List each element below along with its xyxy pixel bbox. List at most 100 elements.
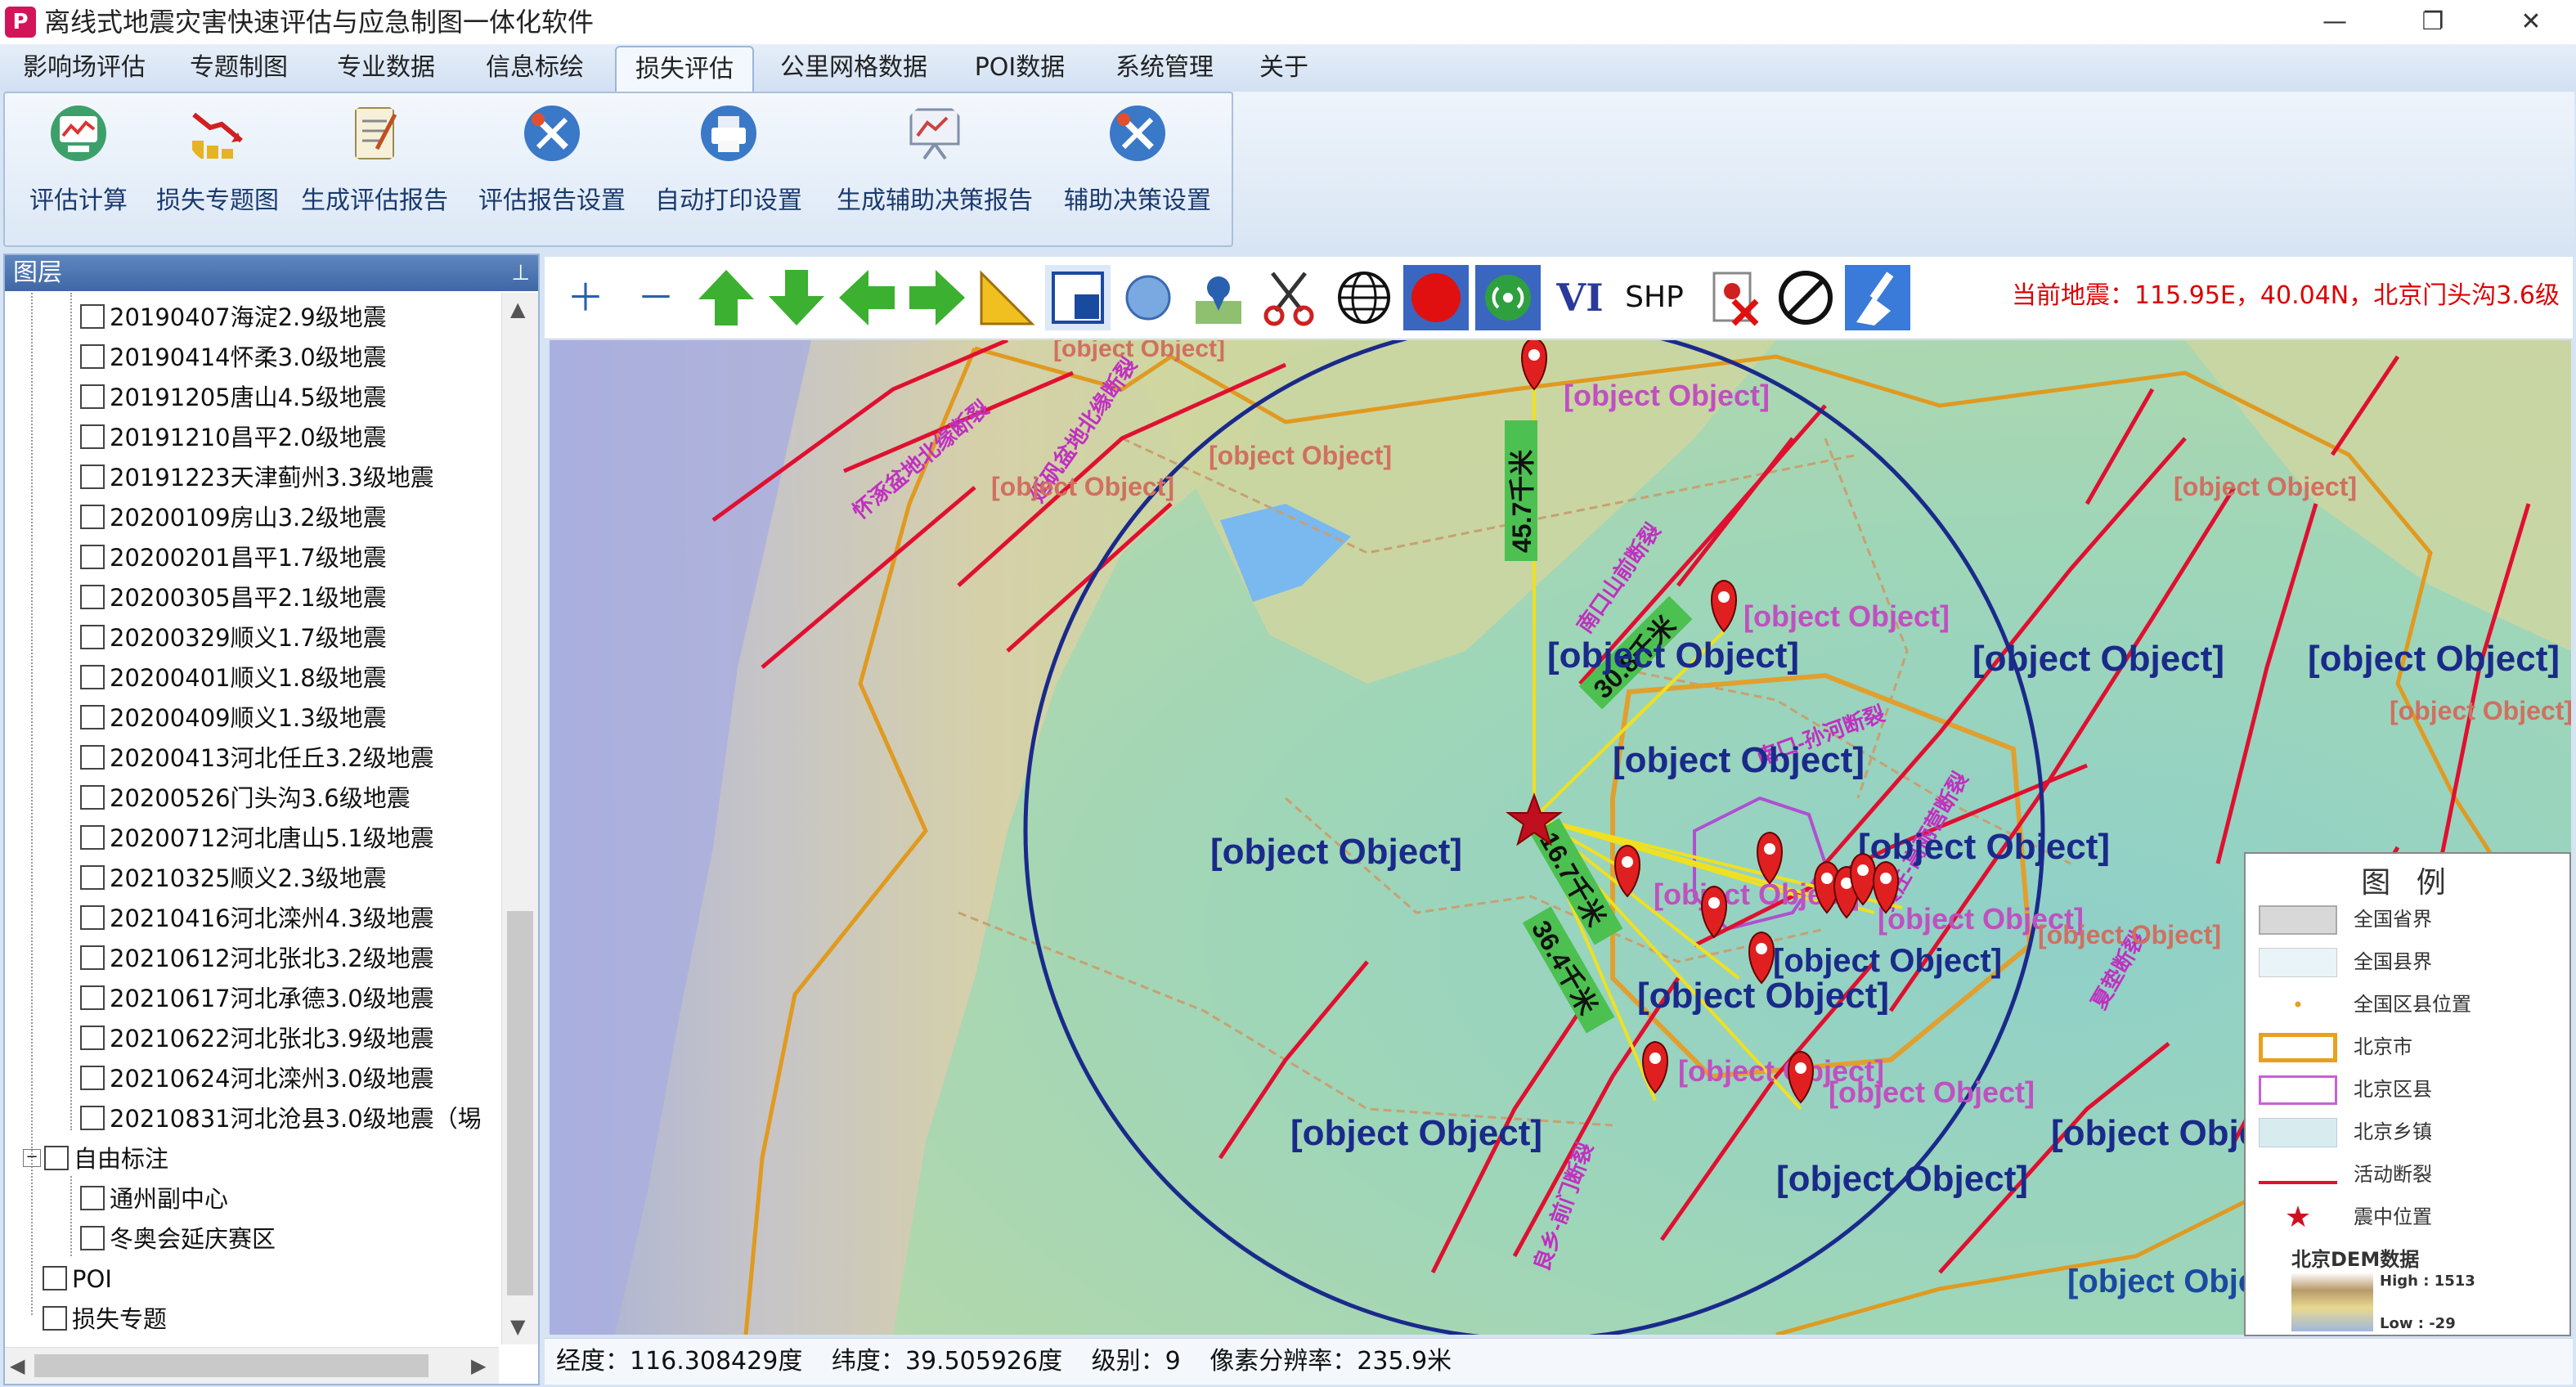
- layer-checkbox[interactable]: [80, 465, 105, 489]
- tab-about[interactable]: 关于: [1251, 46, 1317, 90]
- layer-item[interactable]: 20200109房山3.2级地震: [80, 498, 387, 537]
- tab-info-plot[interactable]: 信息标绘: [478, 46, 592, 90]
- layer-checkbox[interactable]: [80, 304, 105, 329]
- layer-item[interactable]: 20190414怀柔3.0级地震: [80, 338, 387, 377]
- layer-item[interactable]: 20200413河北任丘3.2级地震: [80, 738, 434, 778]
- layer-checkbox[interactable]: [80, 344, 105, 369]
- layer-checkbox[interactable]: [80, 745, 105, 770]
- layer-item[interactable]: 20200401顺义1.8级地震: [80, 658, 387, 698]
- loss-map-button[interactable]: 损失专题图: [152, 103, 283, 234]
- scissors-icon[interactable]: [1256, 265, 1322, 330]
- auto-print-settings-button[interactable]: 自动打印设置: [651, 103, 806, 234]
- layer-checkbox[interactable]: [43, 1266, 67, 1290]
- layer-checkbox[interactable]: [80, 705, 105, 729]
- layer-item[interactable]: 20191223天津蓟州3.3级地震: [80, 458, 434, 497]
- maximize-button[interactable]: ❐: [2388, 0, 2478, 44]
- layer-checkbox[interactable]: [44, 1146, 69, 1170]
- layer-item-poi[interactable]: POI: [43, 1259, 112, 1299]
- pan-left-icon[interactable]: [834, 265, 900, 330]
- layer-item[interactable]: 冬奥会延庆赛区: [80, 1219, 276, 1259]
- layer-tree-horizontal-scrollbar[interactable]: ◀ ▶: [5, 1347, 499, 1384]
- tab-poi-data[interactable]: POI数据: [967, 46, 1073, 90]
- layer-checkbox[interactable]: [80, 1066, 105, 1090]
- clear-brush-icon[interactable]: [1845, 265, 1910, 330]
- report-settings-button[interactable]: 评估报告设置: [474, 103, 630, 234]
- layer-item[interactable]: 20210624河北滦州3.0级地震: [80, 1059, 434, 1098]
- no-touch-icon[interactable]: [1773, 265, 1838, 330]
- tab-impact-field[interactable]: 影响场评估: [15, 46, 154, 90]
- layer-item[interactable]: 20190407海淀2.9级地震: [80, 298, 387, 337]
- generate-decision-report-button[interactable]: 生成辅助决策报告: [832, 103, 1037, 234]
- tab-professional-data[interactable]: 专业数据: [329, 46, 443, 90]
- layer-checkbox[interactable]: [80, 505, 105, 529]
- pan-right-icon[interactable]: [904, 265, 970, 330]
- scrollbar-thumb[interactable]: [34, 1354, 429, 1377]
- layer-item[interactable]: 20191210昌平2.0级地震: [80, 418, 387, 457]
- layer-item[interactable]: 20210416河北滦州4.3级地震: [80, 899, 434, 938]
- layer-checkbox[interactable]: [80, 625, 105, 649]
- layer-item[interactable]: 20210622河北张北3.9级地震: [80, 1019, 434, 1058]
- world-grid-icon[interactable]: [1331, 265, 1397, 330]
- record-icon[interactable]: [1403, 265, 1469, 330]
- layer-checkbox[interactable]: [80, 1226, 105, 1250]
- layer-checkbox[interactable]: [80, 585, 105, 609]
- layer-checkbox[interactable]: [43, 1306, 67, 1331]
- assessment-calc-button[interactable]: 评估计算: [21, 103, 136, 234]
- scroll-down-icon[interactable]: ▼: [510, 1315, 525, 1338]
- measure-ruler-icon[interactable]: [975, 265, 1040, 330]
- layer-item[interactable]: 20200712河北唐山5.1级地震: [80, 819, 434, 858]
- zoom-out-icon[interactable]: －: [623, 265, 689, 330]
- layer-checkbox[interactable]: [80, 424, 105, 449]
- pan-up-icon[interactable]: [693, 265, 759, 330]
- tab-km-grid-data[interactable]: 公里网格数据: [772, 46, 936, 90]
- layer-item[interactable]: 通州副中心: [80, 1179, 228, 1219]
- close-button[interactable]: ✕: [2486, 0, 2576, 44]
- layer-item[interactable]: 20200305昌平2.1级地震: [80, 578, 387, 617]
- zoom-in-icon[interactable]: ＋: [553, 265, 618, 330]
- pan-down-icon[interactable]: [764, 265, 829, 330]
- decision-settings-button[interactable]: 辅助决策设置: [1060, 103, 1215, 234]
- layer-item[interactable]: 20191205唐山4.5级地震: [80, 378, 387, 417]
- layer-group-free-annotation[interactable]: − 自由标注: [23, 1139, 168, 1178]
- layer-checkbox[interactable]: [80, 1026, 105, 1050]
- layer-item[interactable]: 20200329顺义1.7级地震: [80, 618, 387, 658]
- layer-item[interactable]: 20210831河北沧县3.0级地震（埸: [80, 1099, 482, 1138]
- scroll-left-icon[interactable]: ◀: [10, 1354, 25, 1377]
- generate-report-button[interactable]: 生成评估报告: [301, 103, 448, 234]
- layer-checkbox[interactable]: [80, 1186, 105, 1210]
- layer-checkbox[interactable]: [80, 865, 105, 890]
- pin-icon[interactable]: ⊥: [511, 255, 530, 291]
- layer-item-loss-topic[interactable]: 损失专题: [43, 1299, 167, 1339]
- collapse-icon[interactable]: −: [23, 1149, 41, 1167]
- tab-thematic-map[interactable]: 专题制图: [182, 46, 296, 90]
- clear-marker-icon[interactable]: [1701, 265, 1766, 330]
- layer-checkbox[interactable]: [80, 384, 105, 409]
- shp-button[interactable]: SHP: [1618, 265, 1691, 330]
- scrollbar-thumb[interactable]: [507, 911, 533, 1295]
- layer-item[interactable]: 20210617河北承德3.0级地震: [80, 979, 434, 1018]
- layer-item[interactable]: 20210325顺义2.3级地震: [80, 859, 387, 898]
- layer-item[interactable]: 20210612河北张北3.2级地震: [80, 939, 434, 978]
- map-locate-icon[interactable]: [1186, 265, 1251, 330]
- layer-checkbox[interactable]: [80, 945, 105, 970]
- layer-checkbox[interactable]: [80, 665, 105, 689]
- scroll-up-icon[interactable]: ▲: [510, 298, 525, 321]
- tab-system-management[interactable]: 系统管理: [1107, 46, 1222, 90]
- globe-view-icon[interactable]: [1115, 265, 1181, 330]
- layer-item[interactable]: 20200409顺义1.3级地震: [80, 698, 387, 738]
- full-extent-icon[interactable]: [1045, 265, 1111, 330]
- layer-checkbox[interactable]: [80, 785, 105, 810]
- layer-checkbox[interactable]: [80, 905, 105, 930]
- layer-item[interactable]: 20200526门头沟3.6级地震: [80, 779, 411, 818]
- layer-checkbox[interactable]: [80, 985, 105, 1010]
- layer-checkbox[interactable]: [80, 545, 105, 569]
- minimize-button[interactable]: —: [2290, 0, 2380, 44]
- layer-checkbox[interactable]: [80, 825, 105, 850]
- tab-loss-assessment[interactable]: 损失评估: [615, 46, 754, 93]
- scroll-right-icon[interactable]: ▶: [471, 1354, 486, 1377]
- vi-button[interactable]: VI: [1547, 265, 1613, 330]
- signal-icon[interactable]: [1475, 265, 1541, 330]
- layer-tree-vertical-scrollbar[interactable]: ▲ ▼: [501, 293, 538, 1344]
- layer-item[interactable]: 20200201昌平1.7级地震: [80, 538, 387, 577]
- layer-checkbox[interactable]: [80, 1106, 105, 1130]
